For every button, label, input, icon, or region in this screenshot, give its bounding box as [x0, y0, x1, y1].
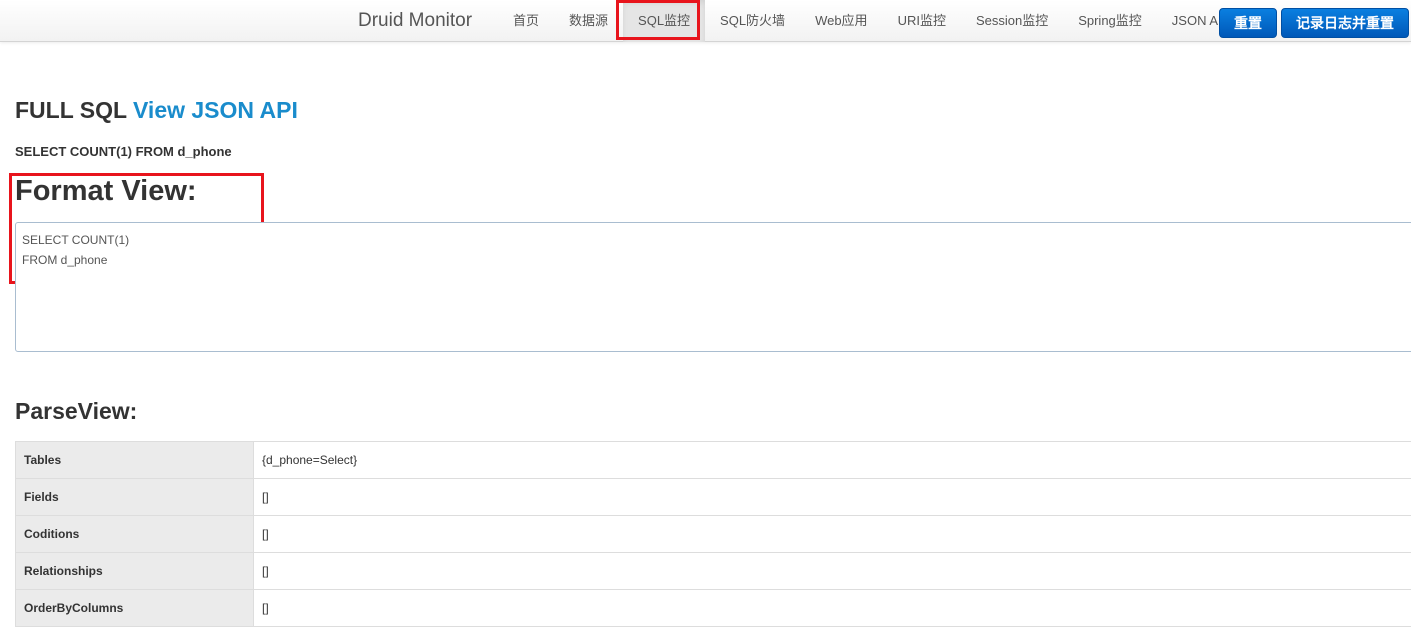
- heading-prefix: FULL SQL: [15, 97, 127, 123]
- reset-button[interactable]: 重置: [1219, 8, 1277, 38]
- row-key: OrderByColumns: [15, 589, 254, 627]
- row-key: Tables: [15, 441, 254, 479]
- row-key: Relationships: [15, 552, 254, 590]
- nav-menu: 首页 数据源 SQL监控 SQL防火墙 Web应用 URI监控 Session监…: [498, 0, 1245, 42]
- full-sql-text: SELECT COUNT(1) FROM d_phone: [15, 144, 232, 159]
- nav-web-app[interactable]: Web应用: [800, 0, 883, 42]
- nav-home[interactable]: 首页: [498, 0, 554, 42]
- nav-datasource[interactable]: 数据源: [554, 0, 623, 42]
- nav-spring-monitor[interactable]: Spring监控: [1063, 0, 1157, 42]
- format-view-textarea[interactable]: SELECT COUNT(1) FROM d_phone: [15, 222, 1411, 352]
- brand-title[interactable]: Druid Monitor: [358, 10, 472, 32]
- top-navbar: Druid Monitor 首页 数据源 SQL监控 SQL防火墙 Web应用 …: [0, 0, 1411, 42]
- table-row: OrderByColumns []: [15, 589, 1411, 627]
- nav-sql-firewall[interactable]: SQL防火墙: [705, 0, 800, 42]
- row-value: []: [253, 478, 1411, 516]
- nav-session-monitor[interactable]: Session监控: [961, 0, 1063, 42]
- highlight-box-sql-monitor: [616, 0, 700, 40]
- parse-view-table: Tables {d_phone=Select} Fields [] Coditi…: [15, 441, 1411, 627]
- row-value: []: [253, 515, 1411, 553]
- parse-view-title: ParseView:: [15, 398, 138, 424]
- row-value: {d_phone=Select}: [253, 441, 1411, 479]
- row-value: []: [253, 552, 1411, 590]
- view-json-api-link[interactable]: View JSON API: [133, 97, 298, 123]
- table-row: Fields []: [15, 478, 1411, 516]
- row-key: Fields: [15, 478, 254, 516]
- table-row: Tables {d_phone=Select}: [15, 441, 1411, 479]
- page-heading: FULL SQL View JSON API: [15, 97, 298, 124]
- table-row: Relationships []: [15, 552, 1411, 590]
- nav-uri-monitor[interactable]: URI监控: [883, 0, 961, 42]
- row-key: Coditions: [15, 515, 254, 553]
- format-line: SELECT COUNT(1): [22, 233, 130, 247]
- format-line: FROM d_phone: [22, 253, 108, 267]
- table-row: Coditions []: [15, 515, 1411, 553]
- log-and-reset-button[interactable]: 记录日志并重置: [1281, 8, 1409, 38]
- row-value: []: [253, 589, 1411, 627]
